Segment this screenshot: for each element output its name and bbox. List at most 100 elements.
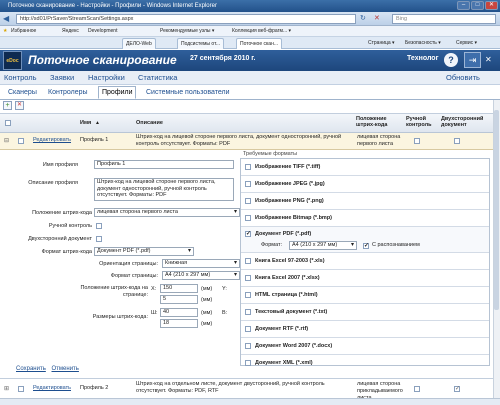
duplex-checkbox-checked[interactable]: ✓: [454, 386, 460, 392]
menu-statistics[interactable]: Статистика: [138, 71, 177, 85]
format-label: Изображение TIFF (*.tiff): [255, 164, 321, 170]
browser-tab[interactable]: Подсистемы от...: [177, 38, 224, 49]
toolbar-page[interactable]: Страница ▾: [368, 37, 395, 49]
refresh-link[interactable]: Обновить: [446, 71, 480, 85]
format-row-rtf[interactable]: Документ RTF (*.rtf): [241, 321, 489, 338]
orientation-select[interactable]: Книжная: [162, 259, 240, 268]
browser-tab[interactable]: ДЕЛО-Web: [122, 38, 156, 49]
manual-control-form-checkbox[interactable]: [96, 223, 102, 229]
col-manual-control[interactable]: Ручной контроль: [406, 116, 440, 128]
table-row[interactable]: ⊟ Редактировать Профиль 1 Штрих-код на л…: [0, 133, 500, 150]
table-row[interactable]: ⊞ Редактировать Профиль 2 Штрих-код на о…: [0, 378, 500, 401]
format-row-docx[interactable]: Документ Word 2007 (*.docx): [241, 338, 489, 355]
format-row-xls[interactable]: Книга Excel 97-2003 (*.xls): [241, 253, 489, 270]
format-row-tiff[interactable]: Изображение TIFF (*.tiff): [241, 159, 489, 176]
format-checkbox[interactable]: [245, 275, 251, 281]
close-button[interactable]: ✕: [485, 1, 498, 10]
x-input[interactable]: 150: [160, 284, 198, 293]
width-input[interactable]: 40: [160, 308, 198, 317]
tab-profiles[interactable]: Профили: [98, 86, 137, 99]
menu-requests[interactable]: Заявки: [50, 71, 74, 85]
edit-link[interactable]: Редактировать: [33, 137, 71, 143]
pdf-format-select[interactable]: А4 (210 x 297 мм): [289, 241, 357, 250]
edit-link[interactable]: Редактировать: [33, 385, 71, 391]
toolbar-security[interactable]: Безопасность ▾: [405, 37, 441, 49]
tab-scanners[interactable]: Сканеры: [8, 86, 37, 99]
delete-profile-icon[interactable]: ✕: [15, 101, 24, 110]
format-row-xlsx[interactable]: Книга Excel 2007 (*.xlsx): [241, 270, 489, 287]
col-duplex[interactable]: Двухсторонний документ: [441, 116, 493, 128]
profile-name-input[interactable]: Профиль 1: [94, 160, 234, 169]
back-icon[interactable]: ◀: [3, 14, 9, 23]
profile-description-input[interactable]: Штрих-код на лицевой стороне первого лис…: [94, 178, 234, 201]
fav-item[interactable]: Коллекция веб-фрагм... ▾: [232, 26, 291, 37]
favorites-star-icon[interactable]: ★: [3, 26, 7, 37]
format-checkbox-checked[interactable]: ✓: [245, 231, 251, 237]
sort-asc-icon[interactable]: ▲: [95, 120, 100, 126]
col-barcode-position[interactable]: Положение штрих-кода: [356, 116, 406, 128]
collapse-icon[interactable]: ⊟: [4, 137, 9, 144]
ocr-checkbox[interactable]: ✓: [363, 243, 369, 249]
stop-icon[interactable]: ✕: [374, 14, 380, 22]
format-checkbox[interactable]: [245, 258, 251, 264]
form-actions: Сохранить Отменить: [16, 366, 79, 372]
cancel-link[interactable]: Отменить: [52, 366, 79, 372]
menu-settings[interactable]: Настройки: [88, 71, 125, 85]
expand-icon[interactable]: ⊞: [4, 385, 9, 392]
manual-control-checkbox[interactable]: [414, 138, 420, 144]
scrollbar-thumb[interactable]: [494, 110, 499, 310]
logout-icon[interactable]: ⇥: [464, 52, 481, 68]
toolbar-tools[interactable]: Сервис ▾: [456, 37, 477, 49]
help-button[interactable]: ?: [444, 53, 458, 67]
format-row-html[interactable]: HTML страница (*.html): [241, 287, 489, 304]
format-checkbox[interactable]: [245, 292, 251, 298]
format-row-jpeg[interactable]: Изображение JPEG (*.jpg): [241, 176, 489, 193]
duplex-checkbox[interactable]: [454, 138, 460, 144]
fav-item[interactable]: Рекомендуемые узлы ▾: [160, 26, 214, 37]
format-label: Книга Excel 97-2003 (*.xls): [255, 258, 325, 264]
fav-item[interactable]: Development: [88, 26, 117, 37]
format-row-txt[interactable]: Текстовый документ (*.txt): [241, 304, 489, 321]
refresh-icon[interactable]: ↻: [360, 14, 366, 22]
format-checkbox[interactable]: [245, 343, 251, 349]
duplex-form-checkbox[interactable]: [96, 236, 102, 242]
browser-tab-active[interactable]: Поточное скан...: [236, 38, 282, 49]
add-profile-icon[interactable]: +: [3, 101, 12, 110]
close-app-icon[interactable]: ✕: [485, 55, 492, 64]
select-all-checkbox[interactable]: [5, 120, 11, 126]
search-input[interactable]: Bing: [392, 14, 496, 24]
format-row-bmp[interactable]: Изображение Bitmap (*.bmp): [241, 210, 489, 227]
format-checkbox[interactable]: [245, 198, 251, 204]
y-unit: (мм): [201, 297, 213, 303]
tab-controllers[interactable]: Контролеры: [48, 86, 88, 99]
format-row-xml[interactable]: Документ XML (*.xml): [241, 355, 489, 372]
row-checkbox[interactable]: [18, 386, 24, 392]
profile-description-label: Описание профиля: [28, 180, 78, 186]
col-name[interactable]: Имя: [80, 120, 91, 126]
format-row-pdf[interactable]: ✓ Документ PDF (*.pdf) Формат: А4 (210 x…: [241, 227, 489, 253]
page-format-select[interactable]: А4 (210 x 297 мм): [162, 271, 240, 280]
col-description[interactable]: Описание: [136, 120, 163, 126]
minimize-button[interactable]: –: [457, 1, 470, 10]
row-checkbox[interactable]: [18, 138, 24, 144]
barcode-position-select[interactable]: лицевая сторона первого листа: [94, 208, 240, 217]
manual-control-checkbox[interactable]: [414, 386, 420, 392]
favorites-label[interactable]: Избранное: [11, 26, 36, 37]
format-checkbox[interactable]: [245, 215, 251, 221]
format-checkbox[interactable]: [245, 309, 251, 315]
format-checkbox[interactable]: [245, 360, 251, 366]
menu-control[interactable]: Контроль: [4, 71, 37, 85]
table-header: Имя ▲ Описание Положение штрих-кода Ручн…: [0, 113, 500, 133]
save-link[interactable]: Сохранить: [16, 366, 46, 372]
format-checkbox[interactable]: [245, 164, 251, 170]
format-checkbox[interactable]: [245, 181, 251, 187]
fav-item[interactable]: Яндекс: [62, 26, 79, 37]
height-input[interactable]: 18: [160, 319, 198, 328]
barcode-format-select[interactable]: Документ PDF (*.pdf): [94, 247, 194, 256]
y-input[interactable]: 5: [160, 295, 198, 304]
tab-system-users[interactable]: Системные пользователи: [146, 86, 229, 99]
format-checkbox[interactable]: [245, 326, 251, 332]
format-row-png[interactable]: Изображение PNG (*.png): [241, 193, 489, 210]
maximize-button[interactable]: □: [471, 1, 484, 10]
address-input[interactable]: http://sd01/PrSaver/StreamScan/Settings.…: [16, 14, 356, 24]
